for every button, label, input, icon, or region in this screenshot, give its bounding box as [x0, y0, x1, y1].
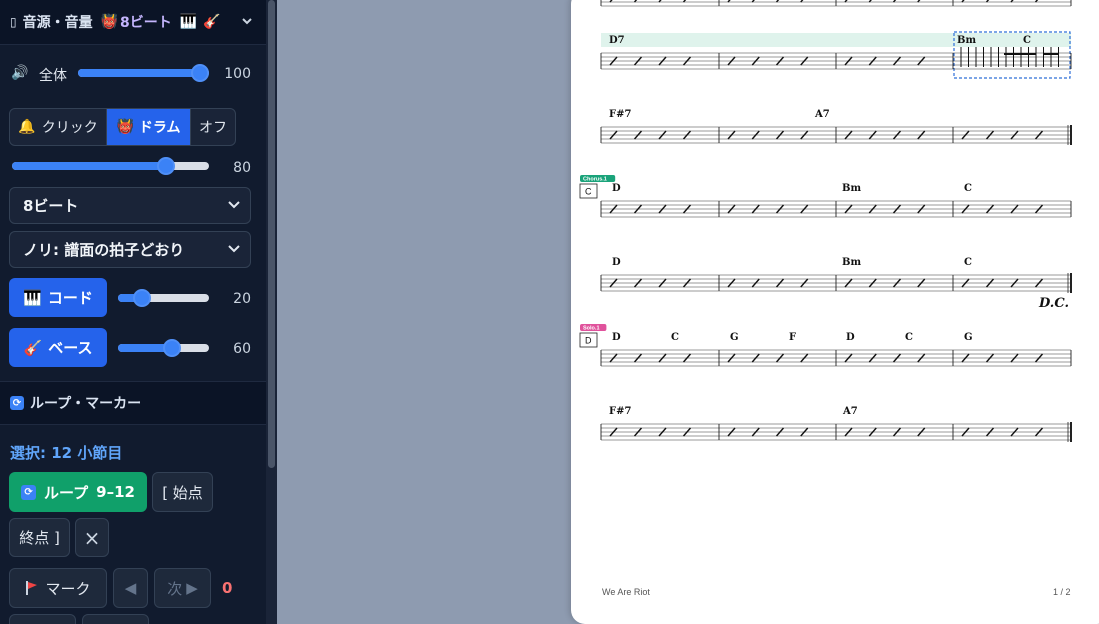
chord-symbol: C — [964, 257, 972, 268]
master-label: 全体 — [39, 68, 67, 84]
drum-face-icon: 👹 — [116, 119, 134, 135]
triangle-left-icon: ◀ — [124, 579, 137, 597]
set-end-button[interactable]: 終点 ] — [9, 518, 70, 557]
metronome-mode-toggle[interactable]: 🔔 クリック 👹 ドラム オフ — [9, 108, 236, 146]
chord-symbol: D — [612, 183, 621, 194]
audio-section-header[interactable]: ▯ 音源・音量 👹 8ビート 🎹 🎸 — [0, 0, 266, 45]
staff-row[interactable]: D7 Bm C — [600, 31, 1072, 79]
sidebar-scroll-thumb[interactable] — [268, 0, 275, 468]
chord-symbol: D — [612, 332, 621, 343]
guitar-icon: 🎸 — [23, 338, 43, 357]
speaker-device-icon: ▯ — [10, 15, 17, 29]
staff-row[interactable]: D Bm C D.C. — [600, 257, 1072, 311]
piano-icon: 🎹 — [179, 14, 198, 30]
drum-badge: 8ビート — [120, 15, 172, 31]
speaker-icon: 🔊 — [11, 65, 29, 81]
chord-volume-value: 20 — [233, 291, 251, 307]
score-page: D7 Bm C F#7 A7 Chorus.1 C D Bm C D Bm C D.C. Solo.1 D D C… — [571, 0, 1099, 624]
drum-face-icon: 👹 — [100, 14, 119, 30]
set-start-button[interactable]: [ 始点 — [152, 472, 213, 512]
staff-row[interactable]: Solo.1 D D C G F D C G — [579, 324, 1072, 367]
next-marker-button[interactable]: 次 ▶ — [154, 568, 211, 608]
extra-button-2[interactable] — [82, 614, 149, 624]
prev-marker-button[interactable]: ◀ — [113, 568, 148, 608]
chord-symbol: F — [789, 332, 796, 343]
staff-row[interactable] — [600, 0, 1072, 7]
guitar-icon: 🎸 — [203, 14, 221, 30]
staff-row[interactable]: F#7 A7 — [600, 406, 1072, 442]
chord-symbol: F#7 — [609, 109, 631, 120]
staff-row[interactable]: F#7 A7 — [600, 109, 1072, 145]
drum-volume-value: 80 — [233, 160, 251, 176]
off-option[interactable]: オフ — [191, 109, 235, 145]
master-volume-slider[interactable] — [78, 64, 209, 82]
chord-volume-slider[interactable] — [118, 289, 209, 307]
chord-symbol: C — [1023, 35, 1031, 46]
pattern-select[interactable]: 8ビート — [9, 187, 251, 224]
drum-option[interactable]: 👹 ドラム — [107, 109, 191, 145]
extra-button-1[interactable] — [9, 614, 76, 624]
loop-button[interactable]: ⟳ ループ 9–12 — [9, 472, 147, 512]
chord-symbol: D — [846, 332, 855, 343]
clear-loop-button[interactable]: × — [75, 518, 109, 557]
chevron-down-icon[interactable] — [242, 18, 252, 26]
chord-symbol: C — [905, 332, 913, 343]
piano-icon: 🎹 — [23, 288, 42, 307]
bass-toggle-button[interactable]: 🎸 ベース — [9, 328, 107, 367]
loop-highlight — [601, 33, 1071, 47]
triangle-right-icon: ▶ — [186, 579, 198, 597]
section-tag-label: Chorus.1 — [583, 177, 607, 183]
master-volume-value: 100 — [224, 66, 251, 82]
bass-volume-slider[interactable] — [118, 339, 209, 357]
repeat-icon: ⟳ — [21, 484, 37, 500]
feel-select[interactable]: ノリ: 譜面の拍子どおり — [9, 231, 251, 268]
section-tag-label: Solo.1 — [583, 326, 600, 332]
loop-section-header[interactable]: ⟳ ループ・マーカー — [0, 381, 266, 425]
chord-toggle-button[interactable]: 🎹 コード — [9, 278, 107, 317]
audio-section-title: 音源・音量 — [22, 15, 93, 31]
score-sheet[interactable]: D7 Bm CF#7 A7Chorus.1C D Bm CD Bm CD.C.Solo.1D D C… — [571, 0, 1099, 624]
bass-volume-value: 60 — [233, 341, 251, 357]
chord-symbol: G — [730, 332, 739, 343]
chord-symbol: Bm — [842, 257, 861, 268]
chord-symbol: Bm — [842, 183, 861, 194]
chevron-down-icon — [228, 201, 240, 209]
page-number: 1 / 2 — [1053, 587, 1071, 597]
chord-symbol: D — [612, 257, 621, 268]
loop-section-title: ループ・マーカー — [30, 396, 142, 412]
chord-symbol: A7 — [814, 109, 830, 120]
da-capo-mark: D.C. — [1038, 296, 1069, 311]
chord-symbol: C — [671, 332, 679, 343]
rehearsal-mark: D — [585, 336, 592, 346]
repeat-icon: ⟳ — [10, 396, 24, 410]
chord-symbol: C — [964, 183, 972, 194]
rehearsal-mark: C — [585, 187, 592, 197]
bell-icon: 🔔 — [18, 119, 36, 135]
staff-row[interactable]: Chorus.1 C D Bm C — [579, 175, 1072, 218]
footer-title: We Are Riot — [602, 587, 650, 597]
chevron-down-icon — [228, 245, 240, 253]
close-icon: × — [83, 525, 101, 550]
add-marker-button[interactable]: マーク — [9, 568, 107, 608]
chord-symbol: A7 — [842, 406, 858, 417]
chord-symbol: G — [964, 332, 973, 343]
chord-symbol: D7 — [609, 35, 625, 46]
flag-icon — [26, 581, 38, 595]
drum-volume-slider[interactable] — [12, 157, 209, 175]
marker-count: 0 — [222, 579, 233, 597]
sidebar: ▯ 音源・音量 👹 8ビート 🎹 🎸 🔊 全体 100 🔔 クリック 👹 ドラム… — [0, 0, 277, 624]
chord-symbol: Bm — [957, 35, 976, 46]
chord-symbol: F#7 — [609, 406, 631, 417]
click-option[interactable]: 🔔 クリック — [10, 109, 107, 145]
selection-label: 選択: 12 小節目 — [10, 444, 123, 462]
